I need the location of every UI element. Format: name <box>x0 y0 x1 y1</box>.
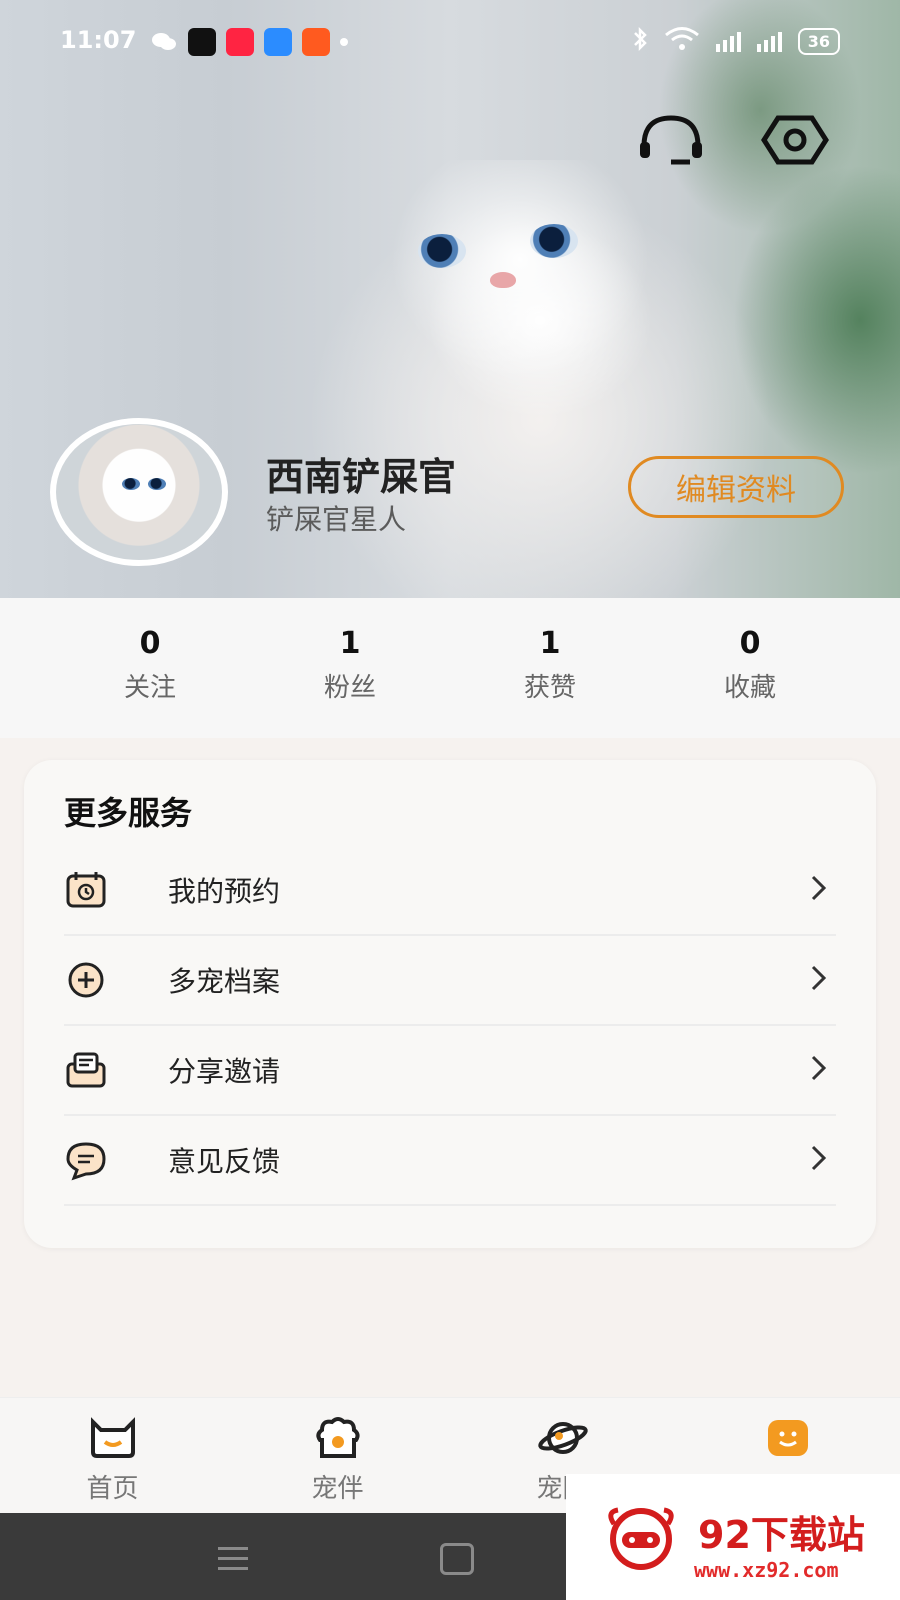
stat-label: 收藏 <box>723 673 776 703</box>
tiktok-icon <box>188 28 216 56</box>
profile-name: 西南铲屎官 <box>266 455 457 499</box>
cat-photo <box>390 160 650 380</box>
battery-indicator: 36 <box>797 28 840 55</box>
envelope-icon <box>64 1048 108 1092</box>
planet-icon <box>537 1422 588 1454</box>
stat-value: 1 <box>339 626 361 661</box>
service-item-share-invite[interactable]: 分享邀请 <box>64 1026 836 1116</box>
services-title: 更多服务 <box>64 794 193 832</box>
service-label: 我的预约 <box>168 875 281 908</box>
chat-app-icon <box>264 28 292 56</box>
chevron-right-icon <box>810 1053 828 1087</box>
wechat-icon <box>150 28 178 56</box>
chevron-right-icon <box>810 1143 828 1177</box>
watermark-url: www.xz92.com <box>694 1558 839 1582</box>
service-label: 分享邀请 <box>168 1055 281 1088</box>
stat-value: 1 <box>539 626 561 661</box>
header-actions <box>634 112 832 172</box>
stat-likes[interactable]: 1 获赞 <box>450 598 650 738</box>
profile-subtitle: 铲屎官星人 <box>266 503 407 536</box>
xiaohongshu-icon <box>226 28 254 56</box>
watermark-title: 92下载站 <box>698 1513 865 1557</box>
edit-profile-button[interactable]: 编辑资料 <box>628 456 844 518</box>
avatar[interactable] <box>50 418 228 566</box>
notification-icons <box>150 28 348 56</box>
stat-favorites[interactable]: 0 收藏 <box>650 598 850 738</box>
stat-value: 0 <box>739 626 761 661</box>
signal-icon-2 <box>756 31 782 52</box>
service-item-feedback[interactable]: 意见反馈 <box>64 1116 836 1206</box>
service-item-pet-profiles[interactable]: 多宠档案 <box>64 936 836 1026</box>
watermark-logo <box>608 1507 674 1570</box>
plus-circle-icon <box>64 958 108 1002</box>
tab-home[interactable]: 首页 <box>0 1398 225 1514</box>
wifi-icon <box>664 26 700 57</box>
more-notifications-dot <box>340 38 348 46</box>
bluetooth-icon <box>632 26 648 57</box>
smiley-icon <box>767 1420 808 1456</box>
stat-label: 关注 <box>123 673 176 703</box>
mini-app-icon <box>302 28 330 56</box>
status-bar: 11:07 36 <box>0 20 900 64</box>
more-services-card: 更多服务 我的预约 多宠档案 分享邀请 意见反馈 <box>24 760 876 1248</box>
cat-nose <box>490 272 516 288</box>
chevron-right-icon <box>810 963 828 997</box>
status-right: 36 <box>632 26 840 57</box>
cat-eye-left <box>418 234 466 268</box>
stat-label: 粉丝 <box>323 673 376 703</box>
calendar-clock-icon <box>64 868 108 912</box>
stat-label: 获赞 <box>523 673 576 703</box>
service-label: 多宠档案 <box>168 965 281 998</box>
chevron-right-icon <box>810 873 828 907</box>
watermark: 92下载站 www.xz92.com <box>566 1474 900 1600</box>
cat-eye-right <box>530 224 578 258</box>
status-time: 11:07 <box>60 26 137 54</box>
settings-icon[interactable] <box>758 112 832 172</box>
tab-label: 首页 <box>86 1474 139 1504</box>
stat-following[interactable]: 0 关注 <box>50 598 250 738</box>
stats-bar: 0 关注 1 粉丝 1 获赞 0 收藏 <box>0 598 900 738</box>
chat-bubble-icon <box>64 1138 108 1182</box>
signal-icon-1 <box>715 31 741 52</box>
tab-pet-companion[interactable]: 宠伴 <box>225 1398 450 1514</box>
customer-service-icon[interactable] <box>634 112 708 172</box>
service-label: 意见反馈 <box>168 1145 281 1178</box>
home-button-icon[interactable] <box>440 1543 474 1575</box>
home-icon <box>90 1417 135 1458</box>
avatar-eye-left <box>122 478 140 490</box>
service-item-appointments[interactable]: 我的预约 <box>64 846 836 936</box>
tab-label: 宠伴 <box>311 1474 364 1504</box>
recent-apps-icon[interactable] <box>218 1547 248 1577</box>
avatar-eye-right <box>148 478 166 490</box>
stat-followers[interactable]: 1 粉丝 <box>250 598 450 738</box>
stat-value: 0 <box>139 626 161 661</box>
pet-companion-icon <box>315 1417 360 1458</box>
